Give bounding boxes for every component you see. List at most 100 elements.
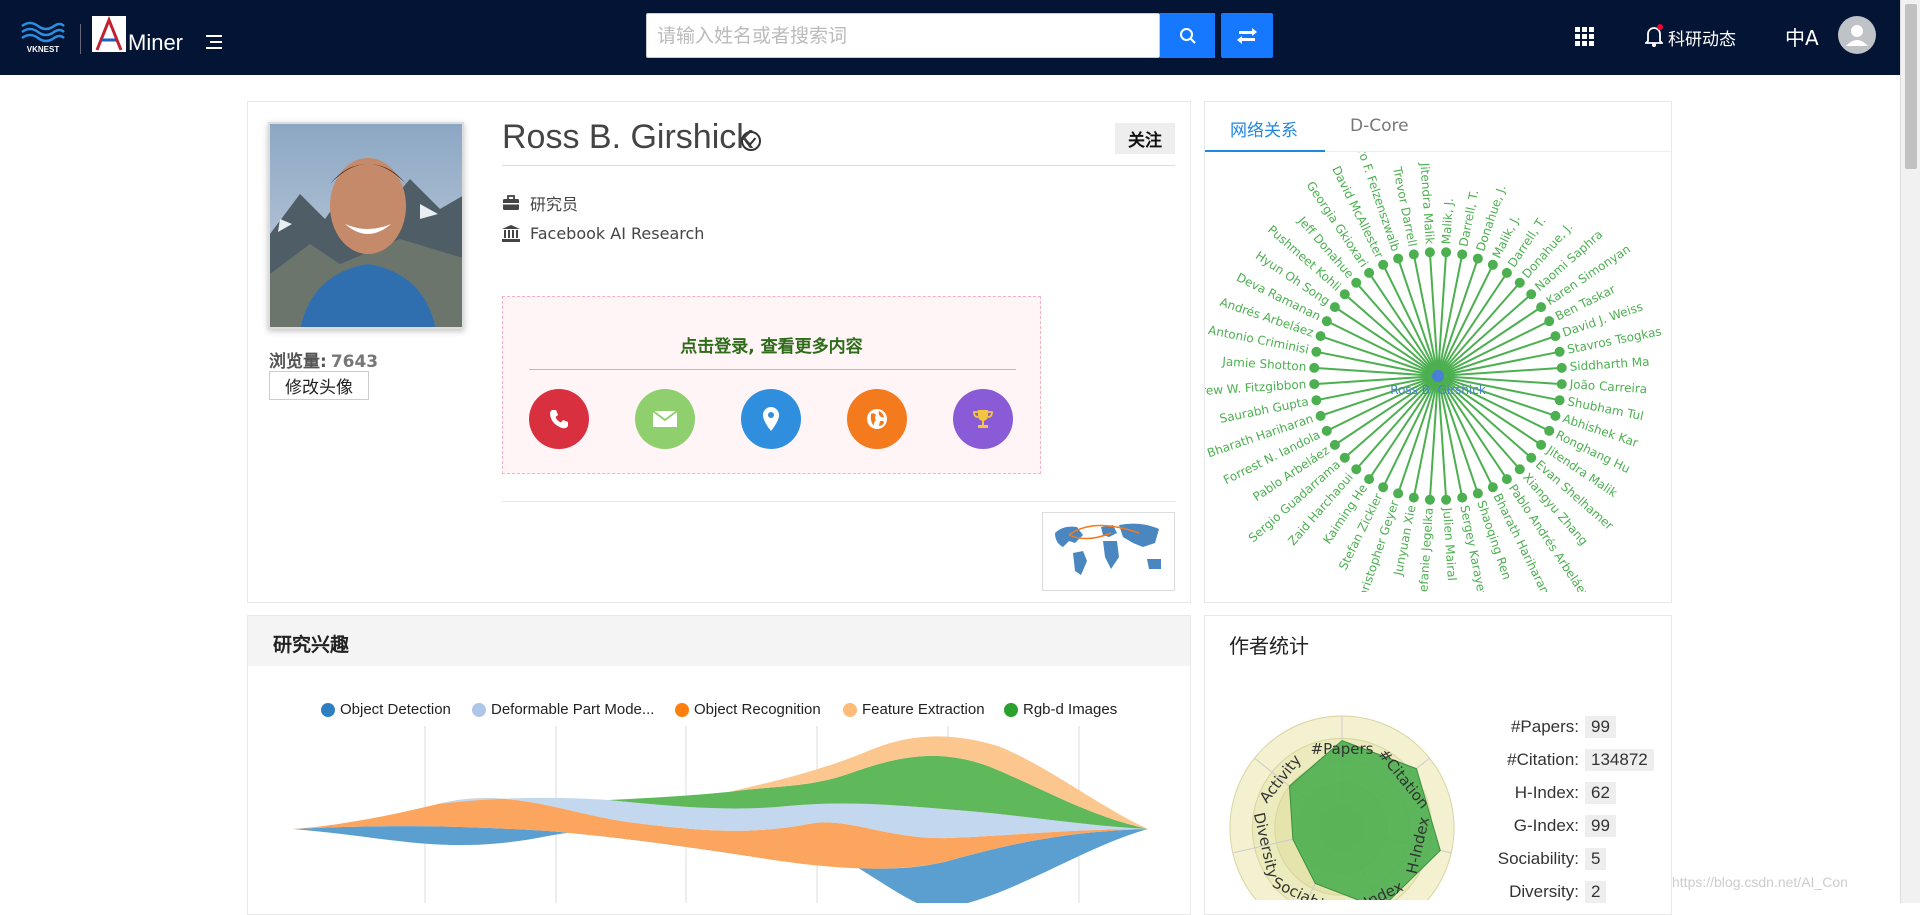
network-node[interactable] <box>1526 452 1537 463</box>
network-node[interactable] <box>1554 395 1565 406</box>
location-button[interactable] <box>741 389 801 449</box>
network-node-label[interactable]: João Carreira <box>1568 377 1647 396</box>
network-node[interactable] <box>1378 482 1389 493</box>
network-node[interactable] <box>1550 410 1561 421</box>
network-node[interactable] <box>1424 247 1435 258</box>
honor-button[interactable] <box>953 389 1013 449</box>
homepage-button[interactable] <box>847 389 907 449</box>
legend-label: Deformable Part Mode... <box>491 701 655 718</box>
network-node[interactable] <box>1329 302 1340 313</box>
legend-item[interactable]: Deformable Part Mode... <box>472 701 654 718</box>
network-center-node[interactable] <box>1432 370 1444 382</box>
vknest-logo[interactable]: VKNEST <box>18 18 68 54</box>
user-avatar[interactable] <box>1838 16 1876 54</box>
search-input[interactable] <box>646 13 1160 58</box>
network-node[interactable] <box>1408 492 1419 503</box>
stat-row: #Citation: 134872 <box>1450 749 1654 771</box>
network-node[interactable] <box>1487 259 1498 270</box>
legend-item[interactable]: Object Detection <box>321 701 451 718</box>
network-node[interactable] <box>1408 249 1419 260</box>
switch-search-button[interactable] <box>1221 13 1273 58</box>
network-node[interactable] <box>1351 464 1362 475</box>
network-node[interactable] <box>1457 249 1468 260</box>
language-switch[interactable]: 中A <box>1785 22 1819 51</box>
login-prompt-link[interactable]: 点击登录, 查看更多内容 <box>503 332 1040 357</box>
phone-button[interactable] <box>529 389 589 449</box>
network-node-label[interactable]: Julien Mairal <box>1440 506 1459 581</box>
globe-icon <box>867 409 887 429</box>
network-node[interactable] <box>1329 439 1340 450</box>
network-node[interactable] <box>1550 331 1561 342</box>
network-node-label[interactable]: Jamie Shotton <box>1221 354 1307 374</box>
network-node[interactable] <box>1364 474 1375 485</box>
network-node[interactable] <box>1554 346 1565 357</box>
tab-network[interactable]: 网络关系 <box>1230 116 1298 141</box>
network-node[interactable] <box>1536 302 1547 313</box>
network-node[interactable] <box>1315 331 1326 342</box>
network-node[interactable] <box>1536 439 1547 450</box>
network-node[interactable] <box>1311 346 1322 357</box>
research-news-link[interactable]: 科研动态 <box>1668 25 1736 50</box>
affiliation-text[interactable]: Facebook AI Research <box>530 224 704 243</box>
network-node[interactable] <box>1378 259 1389 270</box>
network-node[interactable] <box>1364 267 1375 278</box>
author-stats-radar[interactable]: #Papers#CitationH-IndexG-IndexSociabilit… <box>1220 700 1460 900</box>
login-divider <box>529 369 1016 370</box>
world-map-thumbnail[interactable] <box>1042 512 1175 591</box>
aminer-logo[interactable] <box>92 16 126 52</box>
edit-avatar-button[interactable]: 修改头像 <box>269 371 369 400</box>
network-node[interactable] <box>1472 253 1483 264</box>
network-node[interactable] <box>1514 277 1525 288</box>
network-node[interactable] <box>1315 410 1326 421</box>
network-node[interactable] <box>1556 362 1567 373</box>
network-node[interactable] <box>1526 289 1537 300</box>
page-scrollbar[interactable] <box>1900 0 1920 903</box>
network-node[interactable] <box>1309 362 1320 373</box>
legend-item[interactable]: Object Recognition <box>675 701 821 718</box>
network-node[interactable] <box>1544 316 1555 327</box>
swap-icon <box>1237 27 1257 44</box>
apps-grid-icon[interactable] <box>1575 27 1595 47</box>
stat-value: 5 <box>1585 848 1607 870</box>
network-node[interactable] <box>1501 474 1512 485</box>
email-button[interactable] <box>635 389 695 449</box>
network-node[interactable] <box>1472 488 1483 499</box>
network-node[interactable] <box>1457 492 1468 503</box>
network-node[interactable] <box>1321 316 1332 327</box>
network-node-label[interactable]: Andrew W. Fitzgibbon <box>1205 377 1307 399</box>
network-node[interactable] <box>1487 482 1498 493</box>
network-node[interactable] <box>1393 488 1404 499</box>
network-node[interactable] <box>1309 379 1320 390</box>
menu-icon[interactable] <box>206 34 224 50</box>
network-node[interactable] <box>1311 395 1322 406</box>
network-node[interactable] <box>1514 464 1525 475</box>
network-node-label[interactable]: Stefanie Jegelka <box>1416 507 1436 592</box>
stat-row: Diversity: 2 <box>1450 881 1607 903</box>
network-node-label[interactable]: Malik, J. <box>1439 198 1456 245</box>
radar-axis-label: #Papers <box>1311 740 1374 758</box>
scrollbar-thumb[interactable] <box>1905 4 1917 169</box>
network-node[interactable] <box>1339 289 1350 300</box>
network-node[interactable] <box>1339 452 1350 463</box>
network-node-label[interactable]: Jitendra Malik <box>1417 161 1436 244</box>
network-node[interactable] <box>1556 379 1567 390</box>
network-node-label[interactable]: Siddharth Ma <box>1569 355 1650 374</box>
network-node[interactable] <box>1501 267 1512 278</box>
world-map-icon <box>1055 523 1161 575</box>
network-node[interactable] <box>1544 425 1555 436</box>
network-node[interactable] <box>1424 494 1435 505</box>
network-node[interactable] <box>1441 247 1452 258</box>
coauthor-network-graph[interactable]: Malik, J. Darrell, T.Donahue, J.Malik, J.… <box>1205 152 1671 592</box>
network-node[interactable] <box>1441 494 1452 505</box>
network-node[interactable] <box>1393 253 1404 264</box>
tab-dcore[interactable]: D-Core <box>1350 116 1409 136</box>
interest-streamgraph[interactable] <box>248 726 1190 903</box>
scholar-name: Ross B. Girshick <box>502 118 754 156</box>
legend-item[interactable]: Feature Extraction <box>843 701 985 718</box>
stat-value: 134872 <box>1585 749 1654 771</box>
follow-button[interactable]: 关注 <box>1115 123 1175 154</box>
legend-item[interactable]: Rgb-d Images <box>1004 701 1117 718</box>
network-node[interactable] <box>1321 425 1332 436</box>
network-node[interactable] <box>1351 277 1362 288</box>
search-button[interactable] <box>1160 13 1215 58</box>
